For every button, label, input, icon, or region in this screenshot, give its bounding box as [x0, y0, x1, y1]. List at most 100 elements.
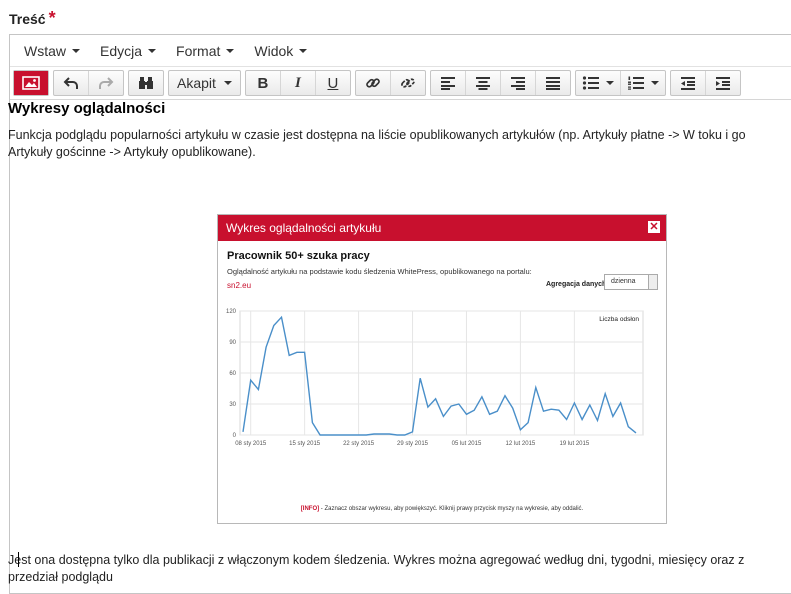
chevron-down-icon [223, 81, 232, 85]
align-right-button[interactable] [501, 71, 536, 95]
menu-view-label: Widok [254, 42, 294, 59]
x-tick-label: 15 sty 2015 [289, 441, 321, 447]
paragraph-intro-line1: Funkcja podglądu popularności artykułu w… [8, 128, 746, 142]
align-left-button[interactable] [431, 71, 466, 95]
paragraph-intro: Funkcja podglądu popularności artykułu w… [8, 127, 791, 161]
editor-menubar: Wstaw Edycja Format Widok [10, 35, 791, 67]
align-justify-button[interactable] [536, 71, 570, 95]
undo-button[interactable] [54, 71, 89, 95]
menu-format-label: Format [176, 42, 221, 59]
italic-button[interactable]: I [281, 71, 316, 95]
italic-icon: I [295, 74, 301, 91]
toolbar-group-format: Akapit [168, 70, 241, 96]
insert-link-button[interactable] [356, 71, 391, 95]
screenshot-window-title: Wykres oglądalności artykułu [226, 221, 382, 235]
outdent-button[interactable] [671, 71, 706, 95]
bold-button[interactable]: B [246, 71, 281, 95]
bullet-list-button[interactable] [576, 71, 621, 95]
numbered-list-icon [627, 76, 644, 90]
bold-icon: B [257, 74, 269, 92]
screenshot-titlebar: Wykres oglądalności artykułu ✕ [218, 215, 666, 241]
paragraph-details-line2: przedział podglądu [8, 570, 113, 584]
image-icon [22, 76, 40, 90]
field-label-text: Treść [9, 11, 46, 27]
menu-edit[interactable]: Edycja [90, 43, 166, 59]
indent-icon [715, 77, 730, 90]
paragraph-details-line1: Jest ona dostępna tylko dla publikacji z… [8, 553, 745, 567]
chevron-down-icon [605, 81, 614, 85]
close-icon: ✕ [648, 221, 660, 233]
bullet-list-icon [582, 76, 599, 90]
outdent-icon [680, 77, 695, 90]
chevron-down-icon [299, 48, 308, 53]
content-heading: Wykresy oglądalności [8, 100, 166, 117]
toolbar-group-indent [669, 70, 741, 96]
toolbar-group-align [429, 70, 571, 96]
screenshot-body: Pracownik 50+ szuka pracy Oglądalność ar… [218, 241, 666, 523]
chart-info-note: [INFO] - Zaznacz obszar wykresu, aby pow… [218, 506, 666, 512]
paragraph-details: Jest ona dostępna tylko dla publikacji z… [8, 552, 791, 586]
x-tick-label: 08 sty 2015 [235, 441, 267, 447]
embedded-screenshot[interactable]: Wykres oglądalności artykułu ✕ Pracownik… [217, 214, 667, 524]
menu-format[interactable]: Format [166, 43, 244, 59]
toolbar-group-history [53, 70, 124, 96]
find-replace-button[interactable] [129, 71, 163, 95]
chevron-down-icon [648, 275, 657, 289]
align-left-icon [440, 77, 455, 90]
block-format-dropdown[interactable]: Akapit [169, 71, 240, 95]
menu-edit-label: Edycja [100, 42, 143, 59]
indent-button[interactable] [706, 71, 740, 95]
x-tick-label: 29 sty 2015 [397, 441, 429, 447]
align-right-icon [510, 77, 525, 90]
underline-icon: U [327, 74, 339, 92]
binoculars-icon [139, 77, 153, 89]
underline-button[interactable]: U [316, 71, 350, 95]
chevron-down-icon [72, 48, 80, 53]
editor-toolbar: Akapit B I U [10, 67, 791, 100]
x-tick-label: 05 lut 2015 [452, 441, 482, 447]
paragraph-intro-line2: Artykuły gościnne -> Artykuły opublikowa… [8, 145, 256, 159]
menu-insert[interactable]: Wstaw [14, 43, 90, 59]
link-icon [366, 78, 380, 88]
y-tick-label: 90 [229, 340, 236, 346]
portal-link: sn2.eu [227, 281, 252, 290]
toolbar-group-text-style: B I U [244, 70, 351, 96]
x-tick-label: 22 sty 2015 [343, 441, 375, 447]
field-label: Treść * [9, 8, 56, 29]
chevron-down-icon [226, 48, 235, 53]
redo-icon [99, 77, 114, 89]
legend-label: Liczba odsłon [599, 316, 639, 323]
text-cursor [18, 552, 19, 567]
insert-image-button[interactable] [14, 71, 48, 95]
chart-subtitle: Oglądalność artykułu na podstawie kodu ś… [227, 267, 532, 276]
undo-icon [63, 77, 78, 89]
align-center-icon [475, 77, 490, 90]
x-tick-label: 12 lut 2015 [506, 441, 536, 447]
menu-insert-label: Wstaw [24, 42, 66, 59]
toolbar-group-links [354, 70, 426, 96]
align-center-button[interactable] [466, 71, 501, 95]
y-tick-label: 0 [233, 433, 237, 439]
toolbar-group-image [13, 70, 49, 96]
remove-link-button[interactable] [391, 71, 425, 95]
y-tick-label: 120 [226, 309, 237, 315]
required-mark: * [48, 8, 56, 28]
chevron-down-icon [650, 81, 659, 85]
toolbar-group-lists [574, 70, 666, 96]
aggregation-value: dzienna [611, 278, 636, 285]
chevron-down-icon [148, 48, 157, 53]
numbered-list-button[interactable] [621, 71, 665, 95]
info-text: - Zaznacz obszar wykresu, aby powiększyć… [319, 506, 584, 512]
aggregation-select: dzienna [604, 274, 658, 290]
menu-view[interactable]: Widok [244, 43, 317, 59]
y-tick-label: 30 [229, 402, 236, 408]
align-justify-icon [545, 77, 560, 90]
toolbar-group-find [128, 70, 164, 96]
views-chart: 0 30 60 90 120 08 sty 2015 15 sty 2015 22 sty 2… [226, 309, 644, 447]
redo-button[interactable] [89, 71, 123, 95]
aggregation-label: Agregacja danych: [546, 281, 609, 288]
article-title: Pracownik 50+ szuka pracy [227, 250, 370, 262]
block-format-label: Akapit [177, 75, 216, 91]
unlink-icon [401, 78, 415, 88]
x-tick-label: 19 lut 2015 [560, 441, 590, 447]
